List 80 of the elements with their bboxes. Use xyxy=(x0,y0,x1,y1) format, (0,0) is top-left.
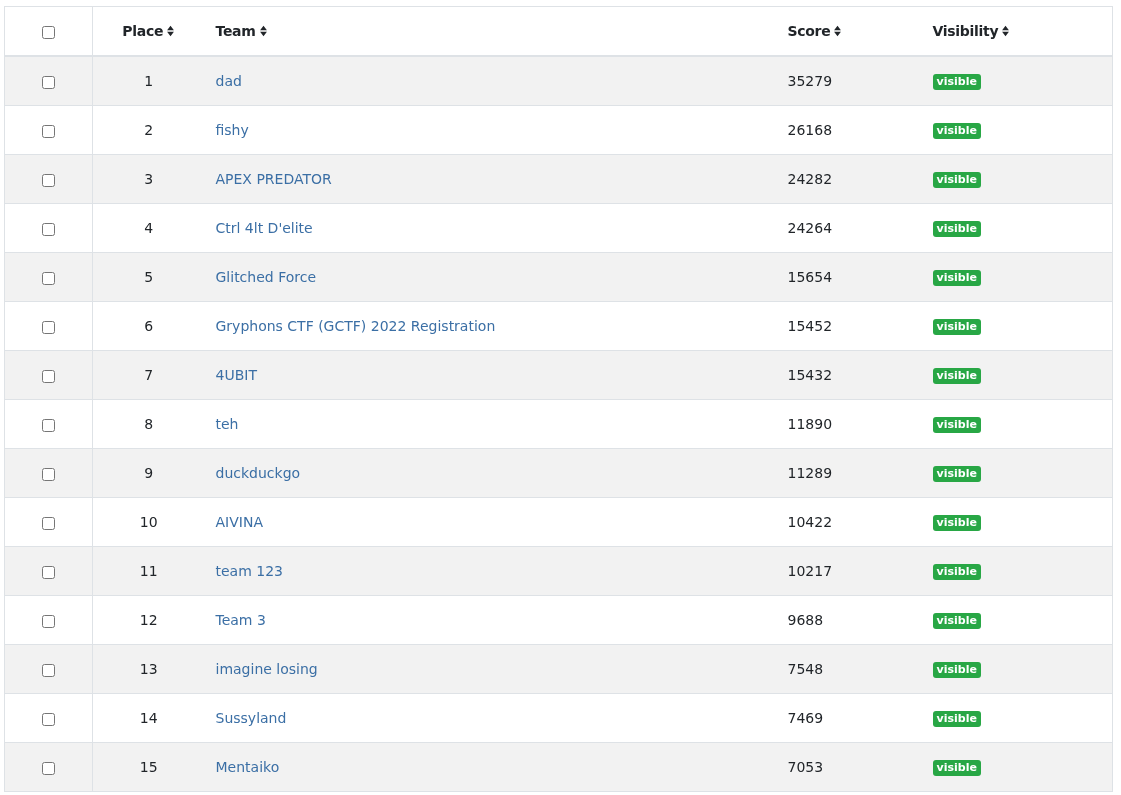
team-link[interactable]: fishy xyxy=(215,122,249,138)
place-cell: 4 xyxy=(92,203,205,253)
team-link[interactable]: Mentaiko xyxy=(215,759,280,775)
checkbox[interactable] xyxy=(42,663,55,677)
place-cell: 15 xyxy=(92,742,205,792)
score-cell: 15452 xyxy=(776,301,922,351)
team-link[interactable]: Gryphons CTF (GCTF) 2022 Registration xyxy=(215,318,496,334)
team-link[interactable]: 4UBIT xyxy=(215,367,257,383)
place-cell: 7 xyxy=(92,350,205,400)
score-cell: 7548 xyxy=(776,644,922,694)
checkbox[interactable] xyxy=(42,516,55,530)
checkbox[interactable] xyxy=(42,173,55,187)
visibility-badge: visible xyxy=(932,612,981,630)
checkbox[interactable] xyxy=(42,467,55,481)
place-cell: 11 xyxy=(92,546,205,596)
team-link[interactable]: Team 3 xyxy=(215,612,266,628)
place-cell: 2 xyxy=(92,105,205,155)
visibility-badge: visible xyxy=(932,416,981,434)
score-cell: 7053 xyxy=(776,742,922,792)
place-cell: 5 xyxy=(92,252,205,302)
place-cell: 14 xyxy=(92,693,205,743)
visibility-badge: visible xyxy=(932,269,981,287)
checkbox[interactable] xyxy=(42,565,55,579)
checkbox[interactable] xyxy=(42,712,55,726)
team-link[interactable]: Sussyland xyxy=(215,710,287,726)
score-cell: 10422 xyxy=(776,497,922,547)
place-cell: 12 xyxy=(92,595,205,645)
visibility-badge: visible xyxy=(932,710,981,728)
place-cell: 3 xyxy=(92,154,205,204)
column-header[interactable]: Place xyxy=(122,23,176,39)
place-cell: 10 xyxy=(92,497,205,547)
place-cell: 8 xyxy=(92,399,205,449)
score-cell: 15432 xyxy=(776,350,922,400)
checkbox[interactable] xyxy=(42,124,55,138)
visibility-badge: visible xyxy=(932,73,981,91)
team-link[interactable]: imagine losing xyxy=(215,661,318,677)
column-header[interactable]: Score xyxy=(787,23,843,39)
column-header[interactable]: Visibility xyxy=(932,23,1011,39)
team-link[interactable]: dad xyxy=(215,73,242,89)
visibility-badge: visible xyxy=(932,514,981,532)
place-cell: 6 xyxy=(92,301,205,351)
team-link[interactable]: AIVINA xyxy=(215,514,263,530)
checkbox[interactable] xyxy=(42,25,55,39)
team-link[interactable]: teh xyxy=(215,416,239,432)
visibility-badge: visible xyxy=(932,465,981,483)
score-cell: 24282 xyxy=(776,154,922,204)
checkbox[interactable] xyxy=(42,271,55,285)
place-cell: 1 xyxy=(92,56,205,106)
score-cell: 35279 xyxy=(776,56,922,106)
checkbox[interactable] xyxy=(42,222,55,236)
team-link[interactable]: duckduckgo xyxy=(215,465,301,481)
score-cell: 10217 xyxy=(776,546,922,596)
score-cell: 24264 xyxy=(776,203,922,253)
checkbox[interactable] xyxy=(42,320,55,334)
checkbox[interactable] xyxy=(42,614,55,628)
team-link[interactable]: APEX PREDATOR xyxy=(215,171,332,187)
checkbox[interactable] xyxy=(42,75,55,89)
score-cell: 7469 xyxy=(776,693,922,743)
visibility-badge: visible xyxy=(932,661,981,679)
team-link[interactable]: team 123 xyxy=(215,563,283,579)
place-cell: 13 xyxy=(92,644,205,694)
score-cell: 11289 xyxy=(776,448,922,498)
score-cell: 9688 xyxy=(776,595,922,645)
team-link[interactable]: Glitched Force xyxy=(215,269,316,285)
team-link[interactable]: Ctrl 4lt D'elite xyxy=(215,220,313,236)
checkbox[interactable] xyxy=(42,369,55,383)
column-header[interactable]: Team xyxy=(215,23,268,39)
visibility-badge: visible xyxy=(932,318,981,336)
visibility-badge: visible xyxy=(932,220,981,238)
checkbox[interactable] xyxy=(42,418,55,432)
visibility-badge: visible xyxy=(932,367,981,385)
visibility-badge: visible xyxy=(932,122,981,140)
visibility-badge: visible xyxy=(932,759,981,777)
checkbox[interactable] xyxy=(42,761,55,775)
visibility-badge: visible xyxy=(932,171,981,189)
score-cell: 11890 xyxy=(776,399,922,449)
visibility-badge: visible xyxy=(932,563,981,581)
place-cell: 9 xyxy=(92,448,205,498)
score-cell: 26168 xyxy=(776,105,922,155)
score-cell: 15654 xyxy=(776,252,922,302)
